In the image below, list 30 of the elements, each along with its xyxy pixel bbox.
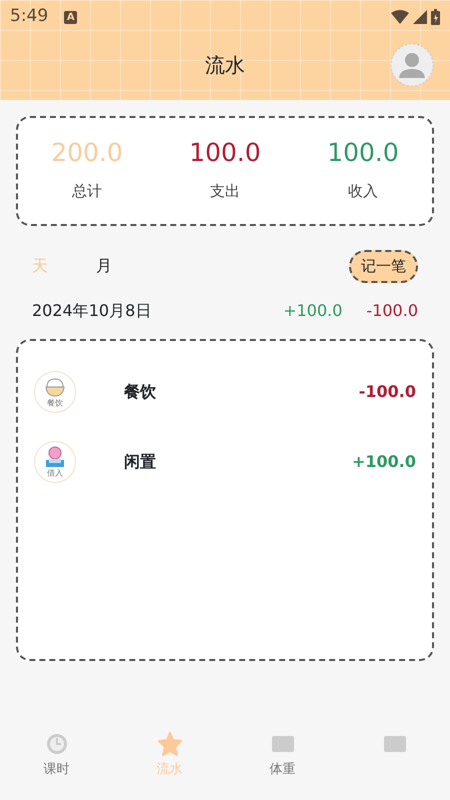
summary-label: 支出 [208, 180, 241, 202]
entry-amount: -100.0 [358, 380, 416, 402]
summary-amount: 200.0 [51, 137, 123, 169]
summary-label: 总计 [70, 180, 103, 202]
summary-amount: 100.0 [327, 137, 399, 169]
nav-tab[interactable]: 体重 [264, 730, 302, 780]
wifi-icon [391, 10, 409, 24]
page-title: 流水 [205, 52, 245, 79]
notification-icon: A [64, 10, 78, 24]
period-tab[interactable]: 月 [96, 254, 112, 278]
signal-icon [413, 10, 427, 24]
battery-icon [431, 9, 440, 25]
entry-row[interactable]: 餐饮 餐饮 -100.0 [34, 356, 416, 426]
date-label: 2024年10月8日 [32, 300, 152, 322]
entry-name: 餐饮 [124, 380, 156, 402]
status-time: 5:49 [10, 5, 48, 28]
entry-row[interactable]: 借入 闲置 +100.0 [34, 426, 416, 496]
avatar-icon[interactable] [390, 43, 434, 87]
entry-amount: +100.0 [352, 450, 416, 472]
day-expense: -100.0 [366, 300, 418, 322]
star-icon [158, 732, 182, 756]
day-income: +100.0 [283, 300, 342, 322]
add-record-button[interactable]: 记一笔 [349, 250, 418, 282]
entry-name: 闲置 [124, 450, 156, 472]
category-icon-label: 借入 [47, 470, 63, 478]
nav-tab[interactable]: 课时 [38, 730, 76, 780]
category-icon-label: 餐饮 [47, 400, 63, 408]
summary-amount: 100.0 [189, 137, 261, 169]
summary-label: 收入 [346, 180, 379, 202]
clock-icon [44, 732, 68, 756]
